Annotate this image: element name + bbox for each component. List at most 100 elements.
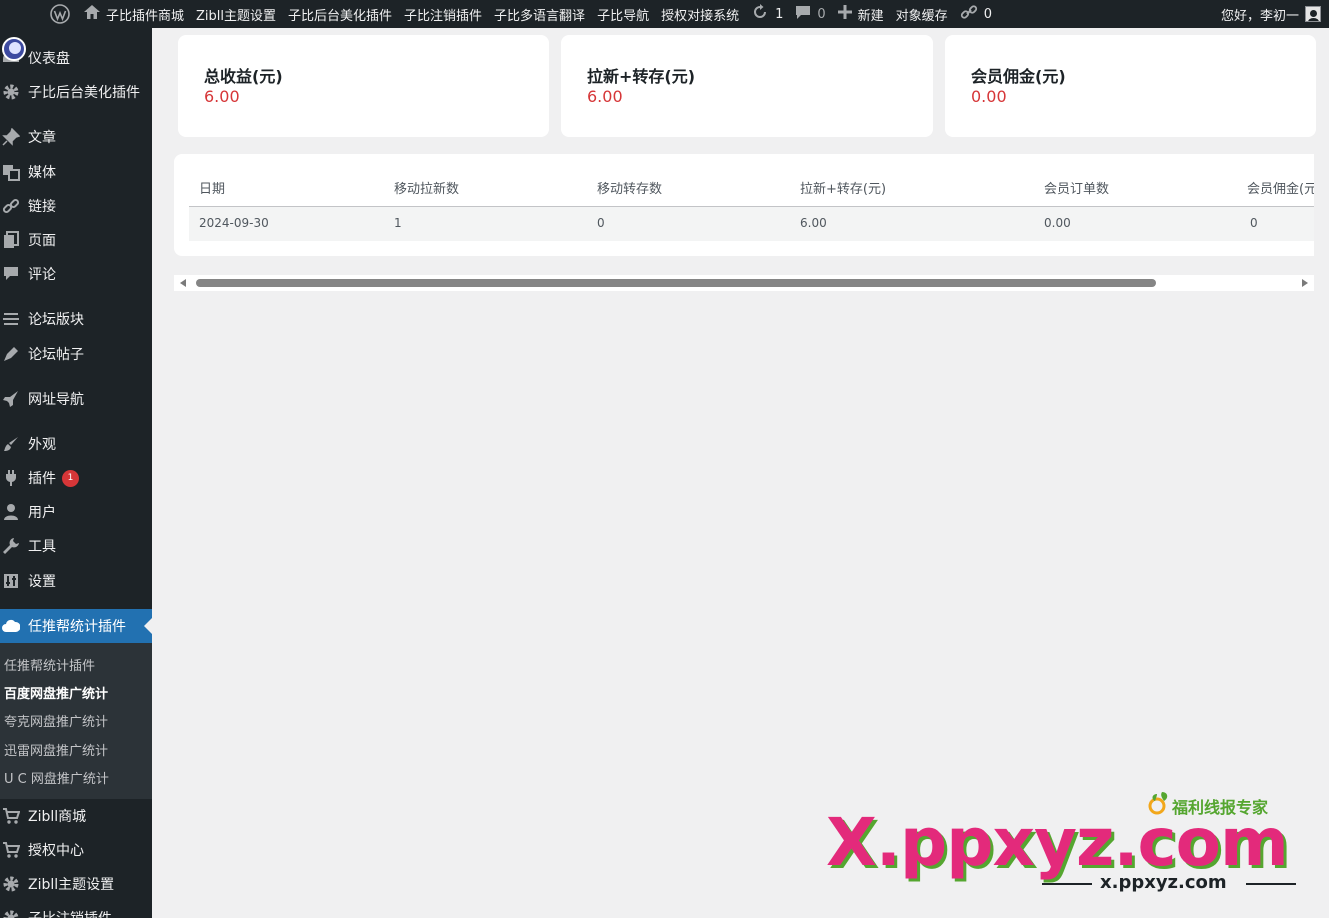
scroll-left-icon[interactable] [180, 279, 186, 287]
table-cell: 6.00 [800, 216, 827, 230]
updates-icon [751, 4, 769, 24]
stat-card-total-income: 总收益(元) 6.00 [178, 35, 549, 137]
avatar [1305, 6, 1321, 22]
object-cache-button[interactable]: 对象缓存 [890, 0, 954, 28]
comments-count: 0 [817, 6, 826, 22]
menu-label: 工具 [28, 539, 56, 555]
comment-icon [795, 5, 811, 24]
menu-label: 文章 [28, 130, 56, 146]
stat-card-member-commission: 会员佣金(元) 0.00 [945, 35, 1316, 137]
menu-pages[interactable]: 页面 [0, 223, 152, 257]
menu-posts[interactable]: 文章 [0, 120, 152, 154]
updates-count: 1 [775, 6, 784, 22]
submenu-item[interactable]: 任推帮统计插件 [4, 655, 95, 674]
watermark-sub: x.ppxyz.com [1100, 872, 1227, 893]
updates-button[interactable]: 1 [745, 0, 789, 28]
table-header: 日期 [199, 182, 226, 197]
cart-icon [1, 840, 21, 860]
post-icon [1, 344, 21, 364]
table-cell: 0 [1250, 216, 1258, 230]
plus-icon [837, 5, 852, 23]
table-header: 移动转存数 [597, 182, 663, 197]
menu-zibi-deregister[interactable]: 子比注销插件 [0, 901, 152, 918]
watermark-divider [1042, 883, 1092, 885]
admin-bar-item[interactable]: 子比后台美化插件 [282, 0, 398, 28]
menu-settings[interactable]: 设置 [0, 564, 152, 598]
admin-bar-item[interactable]: 授权对接系统 [655, 0, 745, 28]
user-icon [1, 502, 21, 522]
pin-icon [1, 127, 21, 147]
menu-tools[interactable]: 工具 [0, 529, 152, 563]
admin-bar-item[interactable]: Zibll主题设置 [190, 0, 282, 28]
menu-rentuibang-stats[interactable]: 任推帮统计插件 [0, 609, 152, 643]
link-icon [960, 3, 978, 25]
stats-table: 日期 移动拉新数 移动转存数 拉新+转存(元) 会员订单数 会员佣金(元) 20… [174, 154, 1314, 256]
pages-icon [1, 230, 21, 250]
scrollbar-thumb[interactable] [196, 279, 1156, 287]
table-header: 拉新+转存(元) [800, 182, 887, 197]
gear-icon [1, 908, 21, 918]
menu-label: 授权中心 [28, 843, 84, 859]
site-home-menu[interactable]: 子比插件商城 [78, 0, 190, 28]
submenu-item-current[interactable]: 百度网盘推广统计 [4, 683, 108, 702]
plugins-update-badge: 1 [62, 469, 79, 487]
home-icon [84, 5, 100, 23]
watermark-divider [1246, 883, 1296, 885]
submenu-item[interactable]: U C 网盘推广统计 [4, 768, 109, 787]
menu-label: Zibll商城 [28, 809, 87, 825]
menu-zibi-beautify[interactable]: 子比后台美化插件 [0, 75, 152, 109]
card-label: 会员佣金(元) [971, 67, 1066, 86]
menu-media[interactable]: 媒体 [0, 155, 152, 189]
nav-icon [1, 389, 21, 409]
menu-links[interactable]: 链接 [0, 189, 152, 223]
menu-label: 链接 [28, 199, 56, 215]
table-header: 会员订单数 [1044, 182, 1110, 197]
menu-url-nav[interactable]: 网址导航 [0, 382, 152, 416]
cloud-icon [1, 616, 21, 636]
media-icon [1, 162, 21, 182]
admin-bar-item[interactable]: 子比多语言翻译 [488, 0, 591, 28]
menu-label: 论坛帖子 [28, 347, 84, 363]
table-row [189, 206, 1314, 241]
menu-zibll-shop[interactable]: Zibll商城 [0, 799, 152, 833]
menu-label: 子比注销插件 [28, 908, 112, 918]
menu-label: 网址导航 [28, 392, 84, 408]
menu-label: 媒体 [28, 165, 56, 181]
menu-forum-posts[interactable]: 论坛帖子 [0, 337, 152, 371]
new-content-button[interactable]: 新建 [832, 0, 890, 28]
menu-users[interactable]: 用户 [0, 495, 152, 529]
menu-license-center[interactable]: 授权中心 [0, 833, 152, 867]
horizontal-scrollbar[interactable] [174, 275, 1314, 291]
comments-button[interactable]: 0 [789, 0, 831, 28]
menu-forum-boards[interactable]: 论坛版块 [0, 302, 152, 336]
menu-appearance[interactable]: 外观 [0, 427, 152, 461]
settings-icon [1, 571, 21, 591]
submenu-item[interactable]: 迅雷网盘推广统计 [4, 740, 108, 759]
table-cell: 0.00 [1044, 216, 1071, 230]
card-value: 0.00 [971, 87, 1007, 106]
scroll-right-icon[interactable] [1302, 279, 1308, 287]
submenu-rentuibang: 任推帮统计插件 百度网盘推广统计 夸克网盘推广统计 迅雷网盘推广统计 U C 网… [0, 643, 152, 799]
gear-icon [1, 82, 21, 102]
admin-sidebar: 仪表盘 子比后台美化插件 文章 媒体 链接 页面 评论 论坛版块 论坛帖子 网址… [0, 28, 152, 918]
menu-label: 仪表盘 [28, 51, 70, 67]
submenu-item[interactable]: 夸克网盘推广统计 [4, 711, 108, 730]
account-menu[interactable]: 您好，李初一 [1215, 0, 1329, 28]
link-icon [1, 196, 21, 216]
menu-label: 页面 [28, 233, 56, 249]
menu-zibll-theme-settings[interactable]: Zibll主题设置 [0, 867, 152, 901]
stat-card-new-and-saves: 拉新+转存(元) 6.00 [561, 35, 933, 137]
menu-plugins[interactable]: 插件 1 [0, 461, 152, 495]
plugin-icon [1, 468, 21, 488]
menu-label: Zibll主题设置 [28, 877, 115, 893]
menu-label: 任推帮统计插件 [28, 619, 126, 635]
new-label: 新建 [857, 8, 884, 24]
admin-bar-item[interactable]: 子比导航 [591, 0, 655, 28]
links-button[interactable]: 0 [954, 0, 998, 28]
menu-label: 设置 [28, 574, 56, 590]
menu-label: 插件 [28, 471, 56, 487]
links-count: 0 [983, 6, 992, 22]
menu-comments[interactable]: 评论 [0, 257, 152, 291]
wordpress-logo-icon[interactable] [42, 0, 78, 28]
admin-bar-item[interactable]: 子比注销插件 [398, 0, 488, 28]
